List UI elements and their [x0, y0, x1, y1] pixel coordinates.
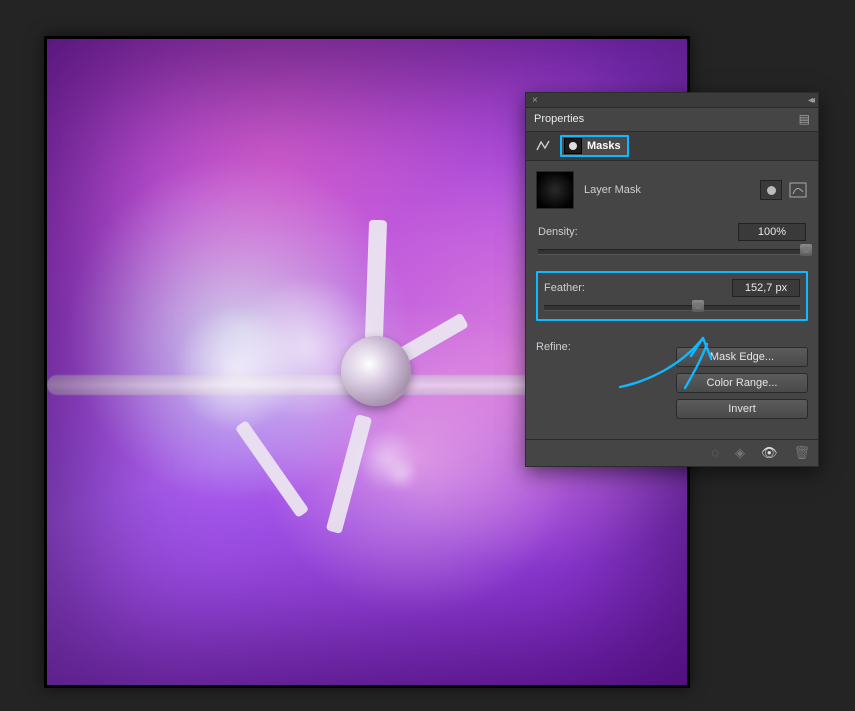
masks-tab[interactable]: Masks	[560, 135, 629, 157]
feather-slider[interactable]	[544, 301, 800, 313]
panel-drag-handle[interactable]: × ◂◂	[526, 93, 818, 108]
mask-thumbnail[interactable]	[536, 171, 574, 209]
properties-panel: × ◂◂ Properties ▤ Masks Layer Mask	[525, 92, 819, 467]
masks-tab-label: Masks	[587, 140, 621, 152]
adjustments-tab-icon[interactable]	[532, 136, 556, 156]
feather-row: Feather: 152,7 px	[544, 279, 800, 313]
refine-row: Refine: Mask Edge... Color Range... Inve…	[536, 341, 808, 419]
apply-mask-icon[interactable]: ◈	[735, 445, 745, 461]
mask-type-label: Layer Mask	[584, 184, 750, 196]
delete-mask-icon[interactable]: 🗑	[793, 445, 810, 461]
close-icon[interactable]: ×	[532, 95, 538, 106]
density-label: Density:	[538, 226, 578, 238]
feather-value[interactable]: 152,7 px	[732, 279, 800, 297]
feather-label: Feather:	[544, 282, 585, 294]
mask-edge-button[interactable]: Mask Edge...	[676, 347, 808, 367]
density-row: Density: 100%	[538, 223, 806, 257]
density-slider[interactable]	[538, 245, 806, 257]
vector-mask-button[interactable]	[788, 181, 808, 199]
feather-highlight: Feather: 152,7 px	[536, 271, 808, 321]
toggle-visibility-icon[interactable]: 👁	[761, 445, 778, 461]
color-range-button[interactable]: Color Range...	[676, 373, 808, 393]
pixel-mask-button[interactable]	[760, 180, 782, 200]
panel-title-bar: Properties ▤	[526, 108, 818, 132]
refine-label: Refine:	[536, 341, 676, 419]
select-mask-icon[interactable]: ◌	[711, 445, 719, 461]
mask-thumbnail-icon	[564, 138, 582, 154]
panel-title: Properties	[534, 113, 584, 125]
panel-tabs: Masks	[526, 132, 818, 161]
mask-header-row: Layer Mask	[536, 171, 808, 209]
panel-menu-icon[interactable]: ▤	[799, 112, 810, 126]
invert-button[interactable]: Invert	[676, 399, 808, 419]
collapse-icon[interactable]: ◂◂	[808, 95, 812, 106]
density-value[interactable]: 100%	[738, 223, 806, 241]
panel-footer: ◌ ◈ 👁 🗑	[526, 439, 818, 466]
